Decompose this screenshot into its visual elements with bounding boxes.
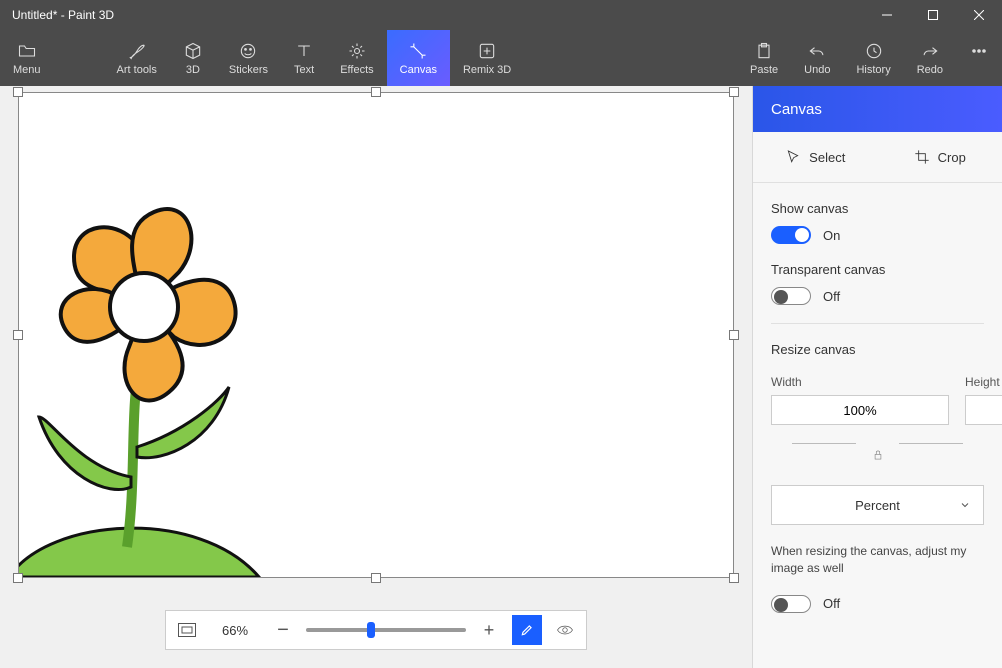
sticker-icon [238, 40, 258, 62]
resize-image-state: Off [823, 596, 840, 611]
redo-button[interactable]: Redo [904, 30, 956, 86]
crop-tool-button[interactable]: Crop [878, 132, 1002, 182]
art-tools-label: Art tools [117, 64, 157, 76]
3d-label: 3D [186, 64, 200, 76]
view-mode-button[interactable] [550, 615, 580, 645]
height-label: Height [965, 375, 1002, 389]
redo-label: Redo [917, 64, 943, 76]
zoom-out-button[interactable]: − [268, 615, 298, 645]
toolbar: Menu Art tools 3D Stickers Text Effects … [0, 30, 1002, 86]
remix-3d-label: Remix 3D [463, 64, 511, 76]
transparent-canvas-toggle[interactable] [771, 287, 811, 305]
fit-screen-button[interactable] [172, 615, 202, 645]
transparent-canvas-label: Transparent canvas [771, 262, 984, 277]
canvas-icon [408, 40, 428, 62]
undo-label: Undo [804, 64, 830, 76]
art-tools-button[interactable]: Art tools [104, 30, 170, 86]
resize-handle[interactable] [13, 87, 23, 97]
cursor-icon [785, 149, 801, 165]
canvas-selection[interactable] [18, 92, 734, 578]
text-label: Text [294, 64, 314, 76]
canvas[interactable] [18, 92, 734, 578]
work-area: 66% − + [0, 86, 752, 668]
canvas-button[interactable]: Canvas [387, 30, 450, 86]
3d-button[interactable]: 3D [170, 30, 216, 86]
show-canvas-state: On [823, 228, 840, 243]
text-button[interactable]: Text [281, 30, 327, 86]
width-label: Width [771, 375, 949, 389]
zoom-bar: 66% − + [165, 610, 587, 650]
resize-handle[interactable] [13, 330, 23, 340]
transparent-canvas-state: Off [823, 289, 840, 304]
maximize-button[interactable] [910, 0, 956, 30]
select-crop-segment: Select Crop [753, 132, 1002, 183]
crop-label: Crop [938, 150, 966, 165]
unit-dropdown[interactable]: Percent [771, 485, 984, 525]
undo-button[interactable]: Undo [791, 30, 843, 86]
crop-icon [914, 149, 930, 165]
resize-image-toggle[interactable] [771, 595, 811, 613]
more-icon [969, 40, 989, 62]
show-canvas-label: Show canvas [771, 201, 984, 216]
zoom-in-button[interactable]: + [474, 615, 504, 645]
cube-icon [183, 40, 203, 62]
aspect-lock-button[interactable] [771, 443, 984, 467]
canvas-label: Canvas [400, 64, 437, 76]
unit-selected: Percent [855, 498, 900, 513]
redo-icon [920, 40, 940, 62]
more-button[interactable] [956, 30, 1002, 86]
resize-canvas-label: Resize canvas [771, 342, 984, 357]
resize-handle[interactable] [729, 573, 739, 583]
folder-icon [17, 40, 37, 62]
side-panel: Canvas Select Crop Show canvas On Transp… [752, 86, 1002, 668]
paste-button[interactable]: Paste [737, 30, 791, 86]
zoom-slider-thumb[interactable] [367, 622, 375, 638]
menu-label: Menu [13, 64, 41, 76]
side-panel-header: Canvas [753, 86, 1002, 132]
resize-handle[interactable] [729, 330, 739, 340]
titlebar: Untitled* - Paint 3D [0, 0, 1002, 30]
effects-button[interactable]: Effects [327, 30, 386, 86]
resize-handle[interactable] [371, 573, 381, 583]
effects-icon [347, 40, 367, 62]
chevron-down-icon [959, 499, 971, 511]
resize-handle[interactable] [371, 87, 381, 97]
height-input[interactable] [965, 395, 1002, 425]
flower-drawing [19, 157, 329, 577]
zoom-slider[interactable] [306, 628, 466, 632]
resize-image-description: When resizing the canvas, adjust my imag… [771, 543, 984, 577]
stickers-button[interactable]: Stickers [216, 30, 281, 86]
select-label: Select [809, 150, 845, 165]
text-icon [294, 40, 314, 62]
remix-icon [477, 40, 497, 62]
zoom-value: 66% [210, 623, 260, 638]
remix-3d-button[interactable]: Remix 3D [450, 30, 524, 86]
history-button[interactable]: History [843, 30, 903, 86]
history-label: History [856, 64, 890, 76]
effects-label: Effects [340, 64, 373, 76]
select-tool-button[interactable]: Select [753, 132, 878, 182]
window-title: Untitled* - Paint 3D [12, 8, 864, 22]
edit-mode-button[interactable] [512, 615, 542, 645]
paste-label: Paste [750, 64, 778, 76]
undo-icon [807, 40, 827, 62]
width-input[interactable] [771, 395, 949, 425]
resize-handle[interactable] [13, 573, 23, 583]
menu-button[interactable]: Menu [0, 30, 54, 86]
lock-icon [865, 448, 891, 462]
stickers-label: Stickers [229, 64, 268, 76]
minimize-button[interactable] [864, 0, 910, 30]
show-canvas-toggle[interactable] [771, 226, 811, 244]
close-button[interactable] [956, 0, 1002, 30]
resize-handle[interactable] [729, 87, 739, 97]
brush-icon [127, 40, 147, 62]
history-icon [864, 40, 884, 62]
paste-icon [754, 40, 774, 62]
